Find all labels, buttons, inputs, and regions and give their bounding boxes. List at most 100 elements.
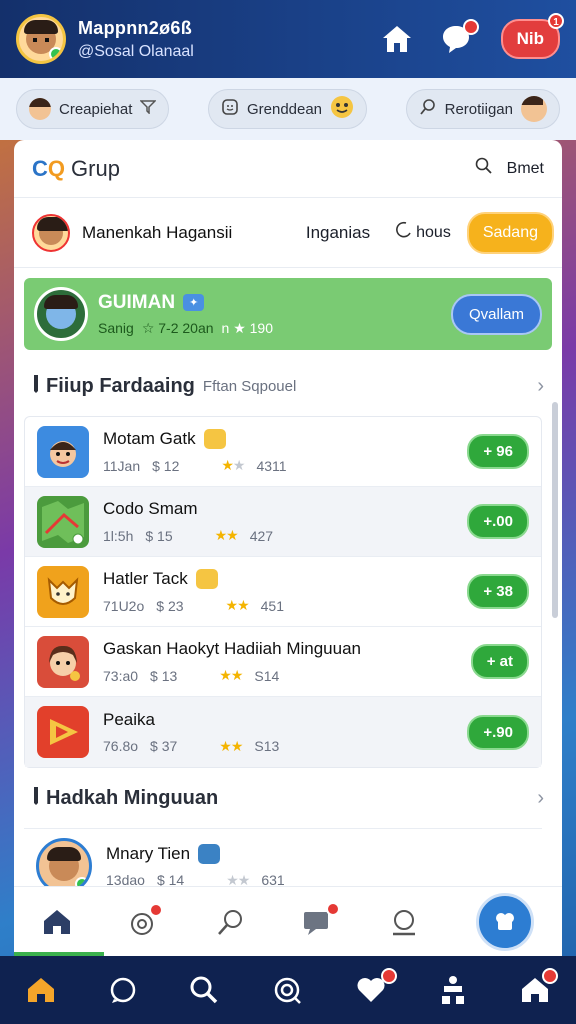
- panel-bottom-nav: [14, 886, 562, 956]
- cartoon-boy-icon: [37, 425, 89, 478]
- list-item[interactable]: Motam Gatk 11Jan $ 12 ★★ 4311 + 96: [25, 417, 541, 487]
- chip-label: Creapiehat: [59, 100, 133, 118]
- featured-info: GUIMAN ✦ Sanig ☆ 7-2 20an n ★ 190: [98, 292, 273, 337]
- chevron-right-icon: ›: [537, 786, 544, 809]
- home-icon[interactable]: [42, 908, 72, 936]
- search-icon: [419, 98, 437, 120]
- section-subtitle: Fftan Sqpouel: [202, 377, 297, 395]
- item-count: $ 13: [150, 667, 178, 684]
- qvallam-button[interactable]: Qvallam: [450, 293, 542, 335]
- item-count: $ 23: [156, 597, 184, 614]
- star-rating: ★★: [219, 737, 243, 754]
- chip-avatar: [520, 96, 547, 122]
- game-icon[interactable]: [129, 902, 163, 937]
- item-title: Codo Smam: [103, 499, 198, 518]
- home-icon[interactable]: [26, 976, 56, 1004]
- panel-title: Grup: [71, 155, 120, 181]
- group-logo: CQ: [32, 155, 66, 181]
- chip-creapiehat[interactable]: Creapiehat: [16, 89, 170, 129]
- item-time: 71U2o: [103, 597, 145, 614]
- item-rating: 427: [249, 527, 274, 544]
- list-item[interactable]: Codo Smam 1l:5h $ 15 ★★ 427 +.00: [25, 487, 541, 557]
- item-title: Mnary Tien: [106, 843, 191, 863]
- search-icon[interactable]: [189, 975, 219, 1005]
- pill-label: Nib: [516, 29, 544, 48]
- chat-icon[interactable]: [439, 19, 479, 55]
- item-time: 11Jan: [103, 457, 141, 474]
- game-badge: [148, 902, 163, 917]
- scrollbar[interactable]: [552, 402, 558, 618]
- section-title: Hadkah Minguuan: [46, 786, 219, 809]
- online-indicator: [49, 47, 63, 61]
- play-icon: [37, 706, 89, 758]
- search-icon: [475, 157, 493, 180]
- chip-grenddean[interactable]: Grenddean: [207, 89, 368, 129]
- chat-icon[interactable]: [302, 901, 341, 936]
- sadang-button[interactable]: Sadang: [466, 211, 554, 254]
- featured-banner[interactable]: GUIMAN ✦ Sanig ☆ 7-2 20an n ★ 190 Qvallam: [24, 278, 552, 350]
- section-header-fiiup[interactable]: Fiiup Fardaaing Fftan Sqpouel ›: [14, 356, 562, 416]
- item-count: $ 12: [152, 457, 180, 474]
- item-text: Gaskan Haokyt Hadiiah Minguuan 73:a0 $ 13…: [103, 639, 361, 684]
- join-button[interactable]: +.00: [467, 504, 529, 539]
- top-actions: Nib 1: [381, 13, 564, 59]
- item-count: $ 37: [150, 738, 178, 754]
- item-text: Motam Gatk 11Jan $ 12 ★★ 4311: [103, 429, 287, 474]
- shop-icon[interactable]: [520, 968, 559, 1004]
- chat-badge: [326, 901, 341, 916]
- profile-title-block: Mappnn2ø6ß @Sosal Olanaal: [78, 18, 194, 61]
- emoji-icon: [221, 98, 239, 120]
- item-rating: 451: [260, 597, 284, 614]
- target-icon[interactable]: [271, 974, 303, 1006]
- fox-icon: [37, 565, 89, 618]
- join-button[interactable]: + 96: [467, 434, 529, 469]
- section-header-hadkah[interactable]: Hadkah Minguuan ›: [14, 768, 562, 828]
- pill-badge: 1: [548, 13, 564, 29]
- chef-icon[interactable]: [475, 892, 534, 951]
- panel-search[interactable]: Bmet: [475, 157, 544, 180]
- item-time: 73:a0: [103, 667, 139, 684]
- featured-name: GUIMAN: [98, 291, 176, 313]
- app-title: Mappnn2ø6ß: [78, 17, 192, 38]
- user-avatar[interactable]: [16, 14, 66, 64]
- item-count: $ 15: [145, 527, 173, 544]
- item-text: Hatler Tack 71U2o $ 23 ★★ 451: [103, 569, 284, 614]
- item-text: Peaika 76.8o $ 37 ★★ S13: [103, 710, 279, 755]
- profile-avatar[interactable]: [32, 213, 70, 252]
- notifications-pill-button[interactable]: Nib 1: [500, 13, 564, 59]
- item-rating: 4311: [256, 457, 287, 474]
- search-icon[interactable]: [216, 907, 246, 937]
- tournament-icon[interactable]: [438, 974, 468, 1006]
- chat-bubble-icon[interactable]: [108, 975, 138, 1005]
- item-rating: S13: [254, 738, 280, 754]
- join-button[interactable]: + 38: [467, 574, 529, 609]
- heart-badge: [380, 968, 397, 984]
- chip-label: Rerotiigan: [444, 100, 513, 118]
- home-icon[interactable]: [381, 24, 413, 54]
- filter-icon: [139, 100, 158, 118]
- game-list: Motam Gatk 11Jan $ 12 ★★ 4311 + 96 Codo Sma…: [24, 416, 542, 768]
- profile-icon[interactable]: [389, 907, 419, 937]
- item-text: Codo Smam 1l:5h $ 15 ★★ 427: [103, 499, 273, 544]
- chip-rerotiigan[interactable]: Rerotiigan: [405, 89, 560, 129]
- list-item[interactable]: Peaika 76.8o $ 37 ★★ S13 +.90: [25, 697, 541, 767]
- item-time: 76.8o: [103, 738, 139, 754]
- sticker-icon: [198, 843, 221, 864]
- chat-badge: [462, 19, 479, 35]
- featured-meta-3: n ★ 190: [221, 319, 274, 336]
- heart-icon[interactable]: [355, 968, 397, 1004]
- star-rating: ★★: [219, 667, 243, 683]
- list-item[interactable]: Hatler Tack 71U2o $ 23 ★★ 451 + 38: [25, 557, 541, 627]
- trophy-icon: [203, 429, 226, 449]
- item-time: 1l:5h: [103, 527, 134, 544]
- join-button[interactable]: + at: [470, 644, 529, 679]
- list-item[interactable]: Gaskan Haokyt Hadiiah Minguuan 73:a0 $ 13…: [25, 627, 541, 697]
- star-rating: ★★: [221, 457, 245, 473]
- profile-row: Manenkah Hagansii Inganias hous Sadang: [14, 198, 562, 268]
- join-button[interactable]: +.90: [467, 714, 529, 750]
- sticker-icon: [195, 569, 218, 589]
- item-text: Mnary Tien 13dao $ 14 ★★ 631: [106, 843, 285, 889]
- star-rating: ★★: [214, 527, 239, 543]
- profile-name: Manenkah Hagansii: [82, 222, 233, 242]
- featured-meta-1: Sanig: [98, 319, 134, 336]
